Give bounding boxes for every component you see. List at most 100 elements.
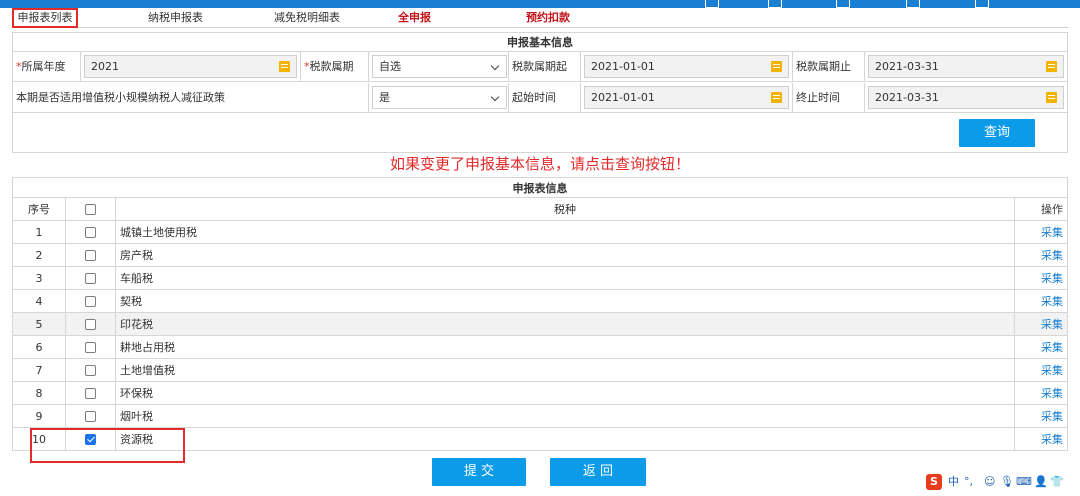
calendar-icon[interactable] bbox=[279, 61, 290, 72]
row-no: 5 bbox=[12, 312, 66, 336]
row-checkbox[interactable] bbox=[85, 342, 96, 353]
submit-button[interactable]: 提 交 bbox=[432, 458, 526, 486]
row-tax-type: 环保税 bbox=[115, 381, 1015, 405]
collect-link[interactable]: 采集 bbox=[1041, 364, 1063, 377]
row-operation: 采集 bbox=[1014, 335, 1068, 359]
end-time-label: 终止时间 bbox=[793, 83, 865, 113]
tax-table-title: 申报表信息 bbox=[12, 177, 1068, 198]
keyboard-icon[interactable]: ⌨ bbox=[1016, 474, 1032, 490]
basic-info-row-2: 本期是否适用增值税小规模纳税人减征政策 是 起始时间 2021-01-01 终止… bbox=[13, 83, 1067, 113]
row-checkbox-cell bbox=[65, 312, 116, 336]
row-tax-type: 耕地占用税 bbox=[115, 335, 1015, 359]
row-operation: 采集 bbox=[1014, 220, 1068, 244]
row-operation: 采集 bbox=[1014, 289, 1068, 313]
ime-tray: S 中 °, ☺ 🎙 ⌨ 👤 👕 bbox=[926, 474, 1076, 490]
microphone-icon[interactable]: 🎙 bbox=[1000, 474, 1014, 490]
row-checkbox[interactable] bbox=[85, 250, 96, 261]
collect-link[interactable]: 采集 bbox=[1041, 226, 1063, 239]
row-tax-type: 土地增值税 bbox=[115, 358, 1015, 382]
toolbar-icon-5[interactable] bbox=[975, 0, 989, 8]
back-button[interactable]: 返 回 bbox=[550, 458, 646, 486]
toolbar-icon-1[interactable] bbox=[705, 0, 719, 8]
year-field[interactable]: 2021 bbox=[84, 55, 297, 78]
period-type-select[interactable]: 自选 bbox=[372, 55, 507, 78]
basic-info-title: 申报基本信息 bbox=[12, 32, 1068, 52]
ime-logo-icon[interactable]: S bbox=[926, 474, 942, 490]
row-operation: 采集 bbox=[1014, 266, 1068, 290]
collect-link[interactable]: 采集 bbox=[1041, 272, 1063, 285]
collect-link[interactable]: 采集 bbox=[1041, 433, 1063, 446]
row-checkbox[interactable] bbox=[85, 319, 96, 330]
basic-info-row-1: *所属年度 2021 *税款属期 自选 税款属期起 2021-01-01 税款属… bbox=[13, 52, 1067, 82]
period-start-field[interactable]: 2021-01-01 bbox=[584, 55, 789, 78]
period-end-field[interactable]: 2021-03-31 bbox=[868, 55, 1064, 78]
row-checkbox[interactable] bbox=[85, 273, 96, 284]
end-time-cell: 2021-03-31 bbox=[865, 83, 1067, 113]
shirt-icon[interactable]: 👕 bbox=[1050, 474, 1064, 490]
tab-declaration-list[interactable]: 申报表列表 bbox=[12, 8, 78, 28]
emoji-icon[interactable]: ☺ bbox=[984, 474, 995, 490]
tab-scheduled-deduction[interactable]: 预约扣款 bbox=[526, 8, 570, 28]
collect-link[interactable]: 采集 bbox=[1041, 341, 1063, 354]
row-operation: 采集 bbox=[1014, 404, 1068, 428]
row-tax-type: 烟叶税 bbox=[115, 404, 1015, 428]
start-time-cell: 2021-01-01 bbox=[581, 83, 793, 113]
row-operation: 采集 bbox=[1014, 358, 1068, 382]
calendar-icon[interactable] bbox=[1046, 61, 1057, 72]
basic-info-grid: *所属年度 2021 *税款属期 自选 税款属期起 2021-01-01 税款属… bbox=[12, 52, 1068, 115]
row-checkbox-cell bbox=[65, 289, 116, 313]
collect-link[interactable]: 采集 bbox=[1041, 295, 1063, 308]
row-checkbox-cell bbox=[65, 381, 116, 405]
year-label: *所属年度 bbox=[13, 52, 81, 82]
policy-select[interactable]: 是 bbox=[372, 86, 507, 109]
tab-exemption-detail[interactable]: 减免税明细表 bbox=[274, 8, 340, 28]
period-type-label: *税款属期 bbox=[301, 52, 369, 82]
tab-full-declaration[interactable]: 全申报 bbox=[398, 8, 431, 28]
query-row: 查询 bbox=[12, 115, 1068, 153]
table-row: 8 环保税 采集 bbox=[12, 381, 1068, 405]
header-no: 序号 bbox=[12, 197, 66, 221]
row-no: 2 bbox=[12, 243, 66, 267]
table-row: 7 土地增值税 采集 bbox=[12, 358, 1068, 382]
row-no: 8 bbox=[12, 381, 66, 405]
period-end-cell: 2021-03-31 bbox=[865, 52, 1067, 82]
table-row: 9 烟叶税 采集 bbox=[12, 404, 1068, 428]
user-icon[interactable]: 👤 bbox=[1034, 474, 1048, 490]
row-checkbox[interactable] bbox=[85, 365, 96, 376]
row-checkbox-cell bbox=[65, 404, 116, 428]
chevron-down-icon bbox=[490, 92, 500, 102]
end-time-field[interactable]: 2021-03-31 bbox=[868, 86, 1064, 109]
ime-language[interactable]: 中 bbox=[948, 474, 959, 490]
period-end-label: 税款属期止 bbox=[793, 52, 865, 82]
row-checkbox[interactable] bbox=[85, 388, 96, 399]
row-checkbox[interactable] bbox=[85, 227, 96, 238]
row-tax-type: 车船税 bbox=[115, 266, 1015, 290]
ime-punctuation[interactable]: °, bbox=[964, 474, 973, 490]
row-no: 4 bbox=[12, 289, 66, 313]
collect-link[interactable]: 采集 bbox=[1041, 249, 1063, 262]
row-operation: 采集 bbox=[1014, 312, 1068, 336]
year-cell: 2021 bbox=[81, 52, 301, 82]
collect-link[interactable]: 采集 bbox=[1041, 387, 1063, 400]
calendar-icon[interactable] bbox=[771, 61, 782, 72]
collect-link[interactable]: 采集 bbox=[1041, 410, 1063, 423]
top-toolbar-strip bbox=[0, 0, 1080, 8]
toolbar-icon-3[interactable] bbox=[836, 0, 850, 8]
toolbar-icon-4[interactable] bbox=[906, 0, 920, 8]
tab-tax-return[interactable]: 纳税申报表 bbox=[148, 8, 203, 28]
query-button[interactable]: 查询 bbox=[959, 119, 1035, 147]
calendar-icon[interactable] bbox=[771, 92, 782, 103]
notice-message: 如果变更了申报基本信息，请点击查询按钮！ bbox=[389, 155, 690, 173]
selection-highlight bbox=[30, 428, 185, 463]
period-type-cell: 自选 bbox=[369, 52, 509, 82]
calendar-icon[interactable] bbox=[1046, 92, 1057, 103]
row-checkbox[interactable] bbox=[85, 296, 96, 307]
row-checkbox[interactable] bbox=[85, 411, 96, 422]
start-time-field[interactable]: 2021-01-01 bbox=[584, 86, 789, 109]
collect-link[interactable]: 采集 bbox=[1041, 318, 1063, 331]
select-all-checkbox[interactable] bbox=[85, 204, 96, 215]
period-start-label: 税款属期起 bbox=[509, 52, 581, 82]
row-tax-type: 契税 bbox=[115, 289, 1015, 313]
toolbar-icon-2[interactable] bbox=[768, 0, 782, 8]
row-operation: 采集 bbox=[1014, 243, 1068, 267]
